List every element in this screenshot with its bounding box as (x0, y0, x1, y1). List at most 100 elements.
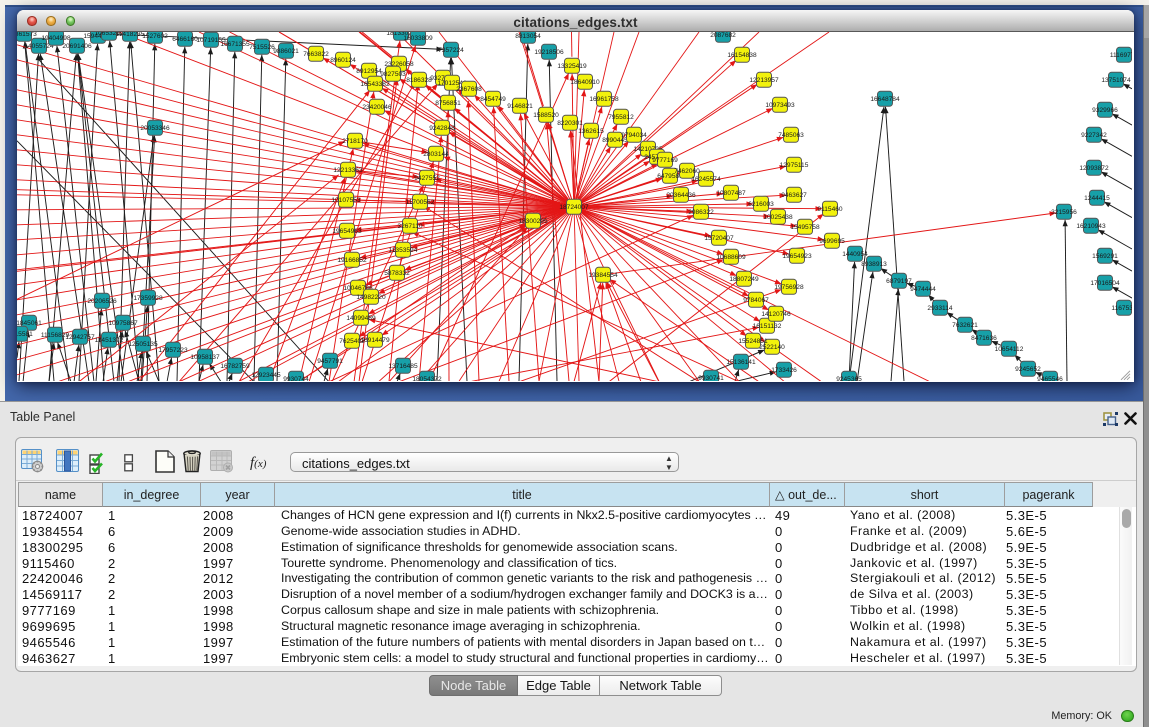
svg-text:15136141: 15136141 (726, 359, 756, 366)
svg-text:10688609: 10688609 (716, 254, 746, 261)
svg-text:9886021: 9886021 (273, 48, 299, 55)
svg-text:10107553: 10107553 (331, 197, 361, 204)
svg-text:17359928: 17359928 (133, 295, 163, 302)
svg-text:7515526: 7515526 (249, 44, 275, 51)
svg-text:2522140: 2522140 (759, 344, 785, 351)
svg-text:8938913: 8938913 (861, 261, 887, 268)
svg-text:9699695: 9699695 (819, 238, 845, 245)
svg-text:9457791: 9457791 (317, 358, 343, 365)
svg-text:7357224: 7357224 (438, 47, 464, 54)
svg-text:8471636: 8471636 (971, 335, 997, 342)
svg-text:9245652: 9245652 (1015, 366, 1041, 373)
svg-text:1733426: 1733426 (771, 367, 797, 374)
svg-text:1362615: 1362615 (578, 128, 604, 135)
svg-text:11169775: 11169775 (1110, 52, 1132, 59)
svg-text:12093872: 12093872 (1079, 165, 1109, 172)
svg-text:3215956: 3215956 (1051, 209, 1077, 216)
svg-text:2087682: 2087682 (710, 32, 736, 39)
svg-text:18640910: 18640910 (570, 79, 600, 86)
svg-text:19654923: 19654923 (782, 253, 812, 260)
svg-text:18807249: 18807249 (729, 276, 759, 283)
svg-text:19218506: 19218506 (534, 49, 564, 56)
svg-text:23420046: 23420046 (362, 104, 392, 111)
svg-text:1588520: 1588520 (533, 112, 559, 119)
svg-text:10654112: 10654112 (995, 346, 1024, 353)
svg-text:12213363: 12213363 (333, 167, 363, 174)
svg-text:7625402: 7625402 (339, 338, 365, 345)
svg-text:3267110: 3267110 (397, 223, 422, 230)
svg-text:11451372: 11451372 (95, 337, 124, 344)
svg-text:11418235: 11418235 (116, 32, 145, 38)
svg-text:9474444: 9474444 (910, 286, 936, 293)
svg-text:1569291: 1569291 (1092, 253, 1118, 260)
svg-text:9115460: 9115460 (817, 206, 842, 213)
svg-text:1440954: 1440954 (842, 251, 868, 258)
svg-text:10973493: 10973493 (765, 102, 795, 109)
svg-text:12942757: 12942757 (65, 334, 95, 341)
svg-text:16210943: 16210943 (1076, 223, 1106, 230)
svg-text:13751074: 13751074 (1101, 77, 1131, 84)
svg-text:2803144: 2803144 (423, 151, 449, 158)
svg-text:16671355: 16671355 (220, 41, 250, 48)
svg-text:12505135: 12505135 (128, 341, 158, 348)
svg-text:5878332: 5878332 (384, 270, 410, 277)
svg-text:13325419: 13325419 (557, 63, 587, 70)
svg-text:8220301: 8220301 (557, 120, 583, 127)
svg-text:12213957: 12213957 (749, 77, 779, 84)
svg-text:18300295: 18300295 (518, 218, 548, 225)
svg-text:3915581: 3915581 (17, 331, 33, 338)
svg-text:11700562: 11700562 (406, 199, 435, 206)
svg-text:7485063: 7485063 (778, 132, 804, 139)
svg-text:9827503: 9827503 (380, 71, 406, 78)
svg-text:1244415: 1244415 (1084, 195, 1110, 202)
svg-text:1167531: 1167531 (1111, 305, 1132, 312)
svg-text:8756851: 8756851 (435, 100, 461, 107)
svg-text:16543382: 16543382 (360, 81, 390, 88)
svg-text:9361573: 9361573 (17, 32, 37, 38)
svg-text:12923445: 12923445 (251, 372, 281, 379)
svg-text:19654963: 19654963 (332, 228, 362, 235)
svg-text:16151132: 16151132 (753, 323, 782, 330)
svg-text:8912954: 8912954 (356, 68, 382, 75)
svg-text:15524851: 15524851 (738, 338, 768, 345)
svg-text:19756928: 19756928 (774, 284, 804, 291)
svg-text:18054372: 18054372 (412, 376, 442, 381)
svg-text:9930741: 9930741 (698, 375, 724, 381)
svg-text:9329966: 9329966 (1092, 107, 1118, 114)
svg-text:6466160: 6466160 (172, 36, 198, 43)
svg-text:18724007: 18724007 (559, 204, 589, 211)
svg-text:10807487: 10807487 (716, 190, 746, 197)
svg-text:14120746: 14120746 (761, 311, 791, 318)
svg-text:2986322: 2986322 (688, 209, 714, 216)
svg-text:7462060: 7462060 (674, 168, 700, 175)
svg-text:9463627: 9463627 (781, 192, 807, 199)
svg-text:16782759: 16782759 (220, 363, 250, 370)
svg-text:20691406: 20691406 (62, 43, 92, 50)
svg-text:15495758: 15495758 (790, 224, 820, 231)
svg-text:14982220: 14982220 (356, 294, 386, 301)
svg-text:19404998: 19404998 (41, 35, 71, 42)
svg-text:10958137: 10958137 (190, 354, 220, 361)
svg-text:9427552: 9427552 (414, 175, 440, 182)
svg-text:9777169: 9777169 (652, 157, 678, 164)
svg-text:15720407: 15720407 (704, 235, 734, 242)
svg-text:17016504: 17016504 (1090, 280, 1120, 287)
svg-text:12975115: 12975115 (780, 162, 809, 169)
svg-text:9227342: 9227342 (1081, 132, 1107, 139)
svg-text:7632621: 7632621 (952, 322, 978, 329)
svg-text:19166852: 19166852 (337, 257, 367, 264)
svg-text:10025438: 10025438 (763, 214, 793, 221)
svg-text:20053346: 20053346 (140, 125, 170, 132)
svg-text:9242848: 9242848 (429, 125, 455, 132)
svg-text:8960124: 8960124 (330, 57, 356, 64)
svg-text:2718170: 2718170 (342, 138, 368, 145)
svg-text:8186328: 8186328 (406, 77, 432, 84)
svg-text:1527602: 1527602 (142, 33, 168, 40)
svg-text:8454749: 8454749 (480, 96, 506, 103)
svg-text:9465546: 9465546 (1037, 376, 1063, 381)
svg-text:7663822: 7663822 (303, 51, 329, 58)
svg-text:16033809: 16033809 (403, 35, 433, 42)
svg-text:6216003: 6216003 (748, 201, 774, 208)
svg-text:8813054: 8813054 (515, 33, 541, 40)
svg-text:9930744: 9930744 (283, 376, 309, 381)
